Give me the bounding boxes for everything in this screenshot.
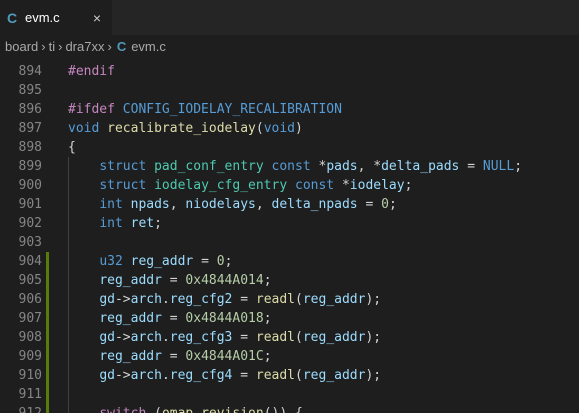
chevron-right-icon: › (107, 38, 112, 54)
git-modified-marker (46, 271, 49, 290)
line-number: 895 (18, 83, 42, 98)
line-number: 912 (0, 404, 42, 413)
line-number: 900 (18, 178, 42, 193)
c-file-icon: C (116, 38, 127, 54)
code-line[interactable]: 906 gd->arch.reg_cfg2 = readl(reg_addr); (0, 290, 579, 309)
code-line[interactable]: 903 (0, 233, 579, 252)
line-number: 910 (18, 368, 42, 383)
code-text: switch (omap_revision()) { (68, 404, 303, 413)
tab-evm-c[interactable]: C evm.c × (0, 0, 112, 35)
git-modified-marker (46, 385, 49, 404)
line-number: 903 (18, 235, 42, 250)
code-line[interactable]: 895 (0, 81, 579, 100)
git-modified-marker (46, 290, 49, 309)
line-number: 899 (18, 159, 42, 174)
code-line[interactable]: 907 reg_addr = 0x4844A018; (0, 309, 579, 328)
code-line[interactable]: 898 { (0, 138, 579, 157)
line-number: 906 (18, 292, 42, 307)
code-text: void recalibrate_iodelay(void) (68, 121, 303, 136)
code-line[interactable]: 900 struct iodelay_cfg_entry const *iode… (0, 176, 579, 195)
tab-label: evm.c (25, 10, 60, 25)
breadcrumb: board › ti › dra7xx › C evm.c (0, 35, 579, 57)
line-number: 911 (18, 387, 42, 402)
chevron-right-icon: › (58, 38, 63, 54)
code-line[interactable]: 908 gd->arch.reg_cfg3 = readl(reg_addr); (0, 328, 579, 347)
line-number: 896 (18, 102, 42, 117)
code-text: int npads, niodelays, delta_npads = 0; (99, 197, 397, 212)
git-modified-marker (46, 404, 49, 413)
code-line[interactable]: 901 int npads, niodelays, delta_npads = … (0, 195, 579, 214)
code-text: gd->arch.reg_cfg3 = readl(reg_addr); (99, 330, 382, 345)
code-text: gd->arch.reg_cfg4 = readl(reg_addr); (99, 368, 382, 383)
code-line[interactable]: 911 (0, 385, 579, 404)
code-text: struct pad_conf_entry const *pads, *delt… (99, 159, 523, 174)
tab-bar: C evm.c × (0, 0, 579, 35)
code-line[interactable]: 896 #ifdef CONFIG_IODELAY_RECALIBRATION (0, 100, 579, 119)
code-text: u32 reg_addr = 0; (99, 254, 233, 269)
code-line[interactable]: 912 switch (omap_revision()) { (0, 404, 579, 413)
breadcrumb-item-dra7xx[interactable]: dra7xx (65, 39, 104, 54)
code-line[interactable]: 899 struct pad_conf_entry const *pads, *… (0, 157, 579, 176)
breadcrumb-item-board[interactable]: board (5, 39, 38, 54)
code-text: gd->arch.reg_cfg2 = readl(reg_addr); (99, 292, 382, 307)
code-line[interactable]: 905 reg_addr = 0x4844A014; (0, 271, 579, 290)
code-line[interactable]: 910 gd->arch.reg_cfg4 = readl(reg_addr); (0, 366, 579, 385)
line-number: 901 (18, 197, 42, 212)
code-text: { (68, 140, 76, 155)
code-line[interactable]: 909 reg_addr = 0x4844A01C; (0, 347, 579, 366)
code-line[interactable]: 897 void recalibrate_iodelay(void) (0, 119, 579, 138)
code-editor[interactable]: 894 #endif 895 896 #ifdef CONFIG_IODELAY_REC… (0, 57, 579, 413)
git-modified-marker (46, 366, 49, 385)
line-number: 898 (18, 140, 42, 155)
code-text: #endif (68, 64, 115, 79)
close-icon[interactable]: × (93, 10, 101, 26)
git-modified-marker (46, 347, 49, 366)
code-text: #ifdef CONFIG_IODELAY_RECALIBRATION (68, 102, 342, 117)
indent-guide (68, 157, 69, 413)
breadcrumb-item-ti[interactable]: ti (49, 39, 56, 54)
c-file-icon: C (6, 9, 18, 26)
code-text: reg_addr = 0x4844A018; (99, 311, 272, 326)
line-number: 908 (18, 330, 42, 345)
breadcrumb-item-file[interactable]: evm.c (131, 39, 166, 54)
line-number: 904 (18, 254, 42, 269)
git-modified-marker (46, 309, 49, 328)
line-number: 894 (18, 64, 42, 79)
code-text: struct iodelay_cfg_entry const *iodelay; (99, 178, 413, 193)
code-text: reg_addr = 0x4844A01C; (99, 349, 272, 364)
line-number: 897 (18, 121, 42, 136)
chevron-right-icon: › (41, 38, 46, 54)
line-number: 907 (18, 311, 42, 326)
git-modified-marker (46, 252, 49, 271)
line-number: 905 (18, 273, 42, 288)
line-number: 902 (18, 216, 42, 231)
git-modified-marker (46, 328, 49, 347)
code-line[interactable]: 904 u32 reg_addr = 0; (0, 252, 579, 271)
code-line[interactable]: 894 #endif (0, 62, 579, 81)
code-text: reg_addr = 0x4844A014; (99, 273, 272, 288)
line-number: 909 (18, 349, 42, 364)
code-text: int ret; (99, 216, 162, 231)
code-line[interactable]: 902 int ret; (0, 214, 579, 233)
